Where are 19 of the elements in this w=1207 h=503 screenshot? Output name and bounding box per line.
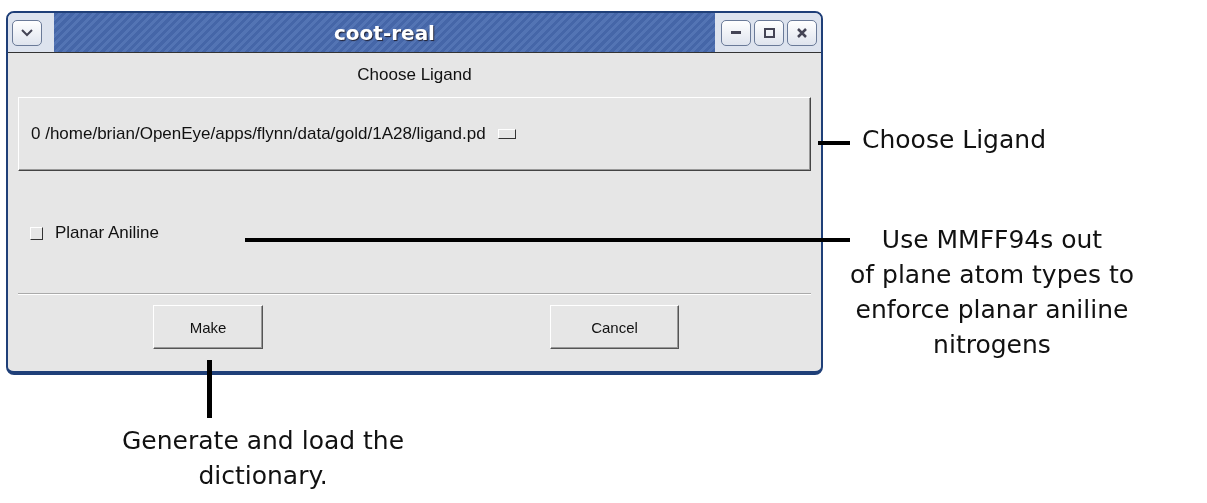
window-menu-button[interactable]	[12, 19, 42, 46]
annotation-text: Choose Ligand	[862, 124, 1047, 156]
annotation-text: Use MMFF94s out of plane atom types to enforce planar aniline nitrogens	[850, 224, 1134, 361]
dialog-button[interactable]: Make	[153, 305, 263, 349]
close-icon	[797, 27, 807, 38]
checkbox[interactable]	[30, 226, 43, 240]
maximize-icon	[763, 27, 775, 38]
window-title: coot-real	[334, 20, 435, 45]
annotation-text: Generate and load the dictionary.	[122, 425, 405, 492]
minimize-button[interactable]	[721, 19, 751, 46]
checkbox-label: Planar Aniline	[55, 223, 159, 243]
dialog-button[interactable]: Cancel	[550, 305, 679, 349]
ligand-option-menu[interactable]: 0 /home/brian/OpenEye/apps/flynn/data/gold/1A28/ligand.pd	[18, 97, 811, 171]
minimize-icon	[731, 31, 741, 34]
close-button[interactable]	[787, 19, 817, 46]
dialog-label: Choose Ligand	[357, 65, 472, 84]
maximize-button[interactable]	[754, 19, 784, 46]
option-menu-indicator-icon	[497, 129, 516, 139]
chevron-down-icon	[21, 28, 33, 37]
